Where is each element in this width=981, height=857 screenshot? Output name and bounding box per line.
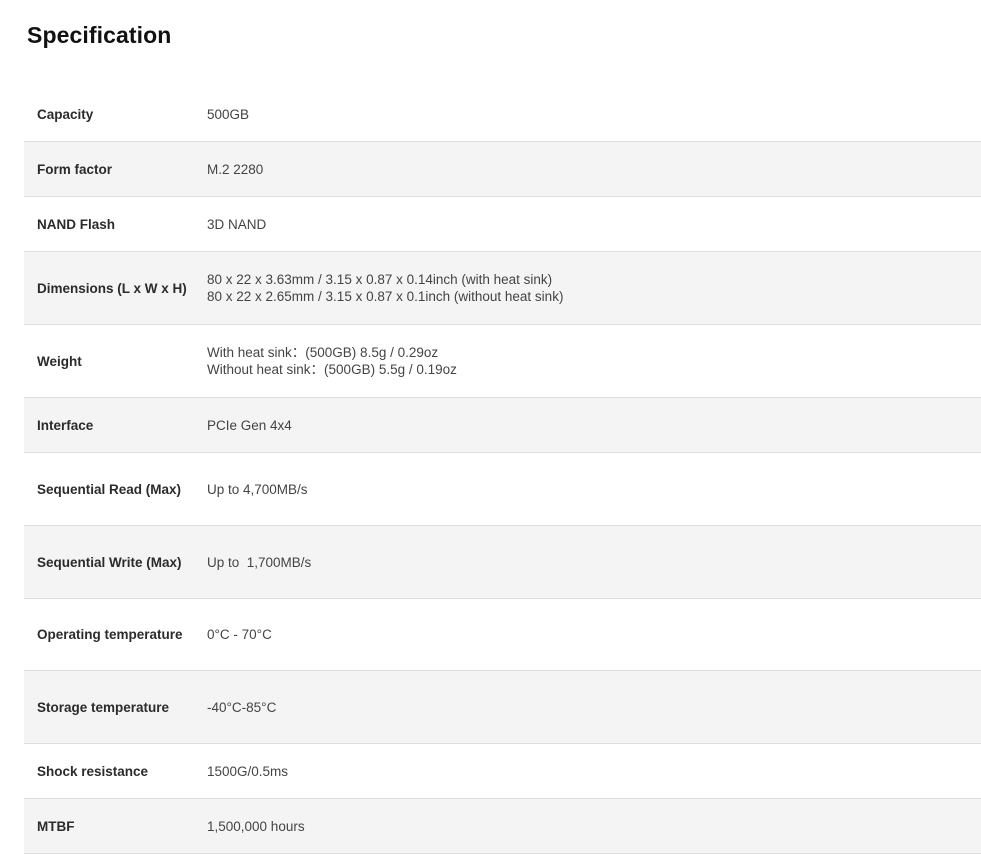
spec-label: Storage temperature xyxy=(37,699,170,715)
spec-row-form-factor: Form factor M.2 2280 xyxy=(24,142,981,197)
spec-row-sequential-write: Sequential Write (Max) Up to 1,700MB/s xyxy=(24,526,981,599)
spec-row-operating-temperature: Operating temperature 0°C - 70°C xyxy=(24,599,981,671)
spec-value: Up to 4,700MB/s xyxy=(207,481,981,498)
page-title: Specification xyxy=(27,22,172,48)
spec-value-line: 1500G/0.5ms xyxy=(207,763,289,779)
spec-row-sequential-read: Sequential Read (Max) Up to 4,700MB/s xyxy=(24,453,981,526)
spec-value-line: Up to 1,700MB/s xyxy=(207,554,312,570)
spec-row-dimensions: Dimensions (L x W x H) 80 x 22 x 3.63mm … xyxy=(24,252,981,325)
spec-label: Capacity xyxy=(37,106,94,122)
spec-row-nand-flash: NAND Flash 3D NAND xyxy=(24,197,981,252)
spec-label: Sequential Read (Max) xyxy=(37,481,182,497)
spec-row-mtbf: MTBF 1,500,000 hours xyxy=(24,799,981,854)
spec-value-line: 80 x 22 x 2.65mm / 3.15 x 0.87 x 0.1inch… xyxy=(207,289,564,304)
spec-value: M.2 2280 xyxy=(207,161,981,178)
spec-label: Form factor xyxy=(37,161,113,177)
spec-value-line: 80 x 22 x 3.63mm / 3.15 x 0.87 x 0.14inc… xyxy=(207,272,553,287)
spec-value: 0°C - 70°C xyxy=(207,626,981,643)
spec-value-line: With heat sink：(500GB) 8.5g / 0.29oz xyxy=(207,345,439,360)
spec-label: MTBF xyxy=(37,818,75,834)
spec-row-interface: Interface PCIe Gen 4x4 xyxy=(24,398,981,453)
spec-row-capacity: Capacity 500GB xyxy=(24,87,981,142)
spec-label: NAND Flash xyxy=(37,216,116,232)
spec-value: 1500G/0.5ms xyxy=(207,763,981,780)
spec-value: PCIe Gen 4x4 xyxy=(207,417,981,434)
spec-value: 500GB xyxy=(207,106,981,123)
spec-value-line: M.2 2280 xyxy=(207,161,264,177)
specification-table: Capacity 500GB Form factor M.2 2280 NAND… xyxy=(24,87,981,854)
spec-row-storage-temperature: Storage temperature -40°C-85°C xyxy=(24,671,981,744)
spec-value: 80 x 22 x 3.63mm / 3.15 x 0.87 x 0.14inc… xyxy=(207,271,981,305)
spec-value-line: 500GB xyxy=(207,106,250,122)
spec-label: Shock resistance xyxy=(37,763,149,779)
spec-label: Weight xyxy=(37,353,82,369)
spec-value-line: 0°C - 70°C xyxy=(207,627,272,642)
spec-value: 3D NAND xyxy=(207,216,981,233)
spec-value: Up to 1,700MB/s xyxy=(207,554,981,571)
spec-value-line: Without heat sink：(500GB) 5.5g / 0.19oz xyxy=(207,362,457,377)
spec-value-line: 1,500,000 hours xyxy=(207,818,305,834)
spec-value: 1,500,000 hours xyxy=(207,818,981,835)
spec-value: -40°C-85°C xyxy=(207,699,981,716)
spec-value-line: 3D NAND xyxy=(207,216,267,232)
spec-value-line: Up to 4,700MB/s xyxy=(207,481,308,497)
spec-label: Sequential Write (Max) xyxy=(37,554,182,570)
spec-value-line: PCIe Gen 4x4 xyxy=(207,417,292,433)
spec-label: Operating temperature xyxy=(37,627,183,642)
spec-label: Interface xyxy=(37,417,94,433)
spec-label: Dimensions (L x W x H) xyxy=(37,280,187,296)
spec-row-shock-resistance: Shock resistance 1500G/0.5ms xyxy=(24,744,981,799)
spec-row-weight: Weight With heat sink：(500GB) 8.5g / 0.2… xyxy=(24,325,981,398)
spec-value: With heat sink：(500GB) 8.5g / 0.29oz Wit… xyxy=(207,344,981,378)
spec-value-line: -40°C-85°C xyxy=(207,699,277,715)
